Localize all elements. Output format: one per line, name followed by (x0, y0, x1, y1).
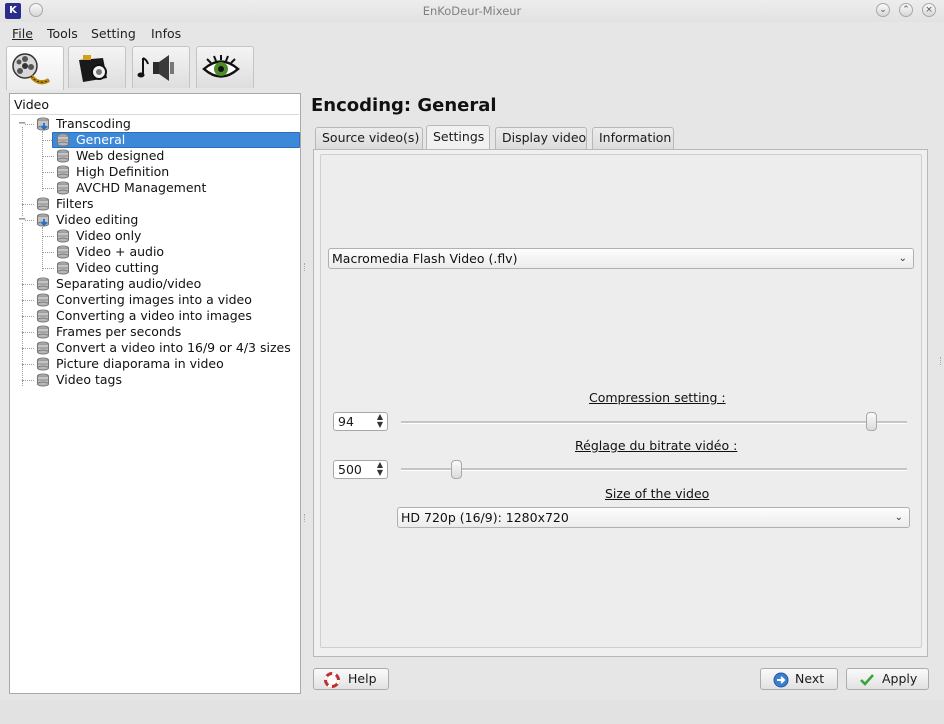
tab-source-videos[interactable]: Source video(s) (315, 127, 423, 149)
tree-item-label: Video editing (56, 212, 139, 227)
tree-item-label: Converting a video into images (56, 308, 252, 323)
menu-infos-label: Infos (151, 26, 182, 41)
tree-guide-line (42, 227, 43, 271)
checkmark-icon (860, 674, 874, 686)
tree-item-label: Transcoding (56, 116, 131, 131)
compression-slider[interactable] (401, 421, 907, 424)
maximize-icon[interactable]: ⌃ (899, 3, 913, 17)
tree-item-label: Convert a video into 16/9 or 4/3 sizes (56, 340, 291, 355)
tree-guide-line (22, 204, 34, 205)
compression-value: 94 (338, 414, 354, 429)
tool-audio-button[interactable] (132, 46, 190, 88)
bitrate-spinbox[interactable]: 500 ▲ ▼ (333, 460, 388, 479)
tree-guide-line (22, 284, 34, 285)
status-bar (0, 700, 944, 724)
tree-item-label: Filters (56, 196, 94, 211)
tree-guide-line (22, 124, 23, 386)
tree-guide-line (42, 236, 54, 237)
minimize-icon[interactable]: ⌄ (876, 3, 890, 17)
format-select-value: Macromedia Flash Video (.flv) (332, 251, 518, 266)
tree-guide-line (42, 252, 54, 253)
tree-guide-line (42, 172, 54, 173)
tree-item-label: Web designed (76, 148, 165, 163)
format-select[interactable]: Macromedia Flash Video (.flv) ⌄ (328, 248, 914, 269)
next-arrow-icon (773, 672, 789, 688)
tree-guide-line (22, 332, 34, 333)
tree-guide-line (22, 364, 34, 365)
tree-item-label: High Definition (76, 164, 170, 179)
tree-guide-line (22, 316, 34, 317)
tab-display-video[interactable]: Display video (495, 127, 587, 149)
menu-file[interactable]: File (12, 26, 33, 41)
tree-item-label: Frames per seconds (56, 324, 182, 339)
compression-label: Compression setting : (589, 390, 726, 405)
tree-item-label: General (76, 132, 126, 147)
compression-slider-handle[interactable] (866, 412, 878, 431)
tree-guide-line (42, 268, 54, 269)
tree-item-label: Video only (76, 228, 142, 243)
bitrate-value: 500 (338, 462, 362, 477)
tree-item-label: Video tags (56, 372, 123, 387)
category-folder-icon (36, 117, 50, 135)
lifebuoy-icon (324, 672, 340, 688)
eye-icon (202, 55, 240, 78)
tree-collapse-icon[interactable]: − (18, 119, 26, 129)
menu-setting-label: Setting (91, 26, 136, 41)
bitrate-label: Réglage du bitrate vidéo : (575, 438, 738, 453)
video-size-value: HD 720p (16/9): 1280x720 (401, 510, 569, 525)
bitrate-slider-handle[interactable] (450, 460, 462, 479)
splitter-handle[interactable] (304, 263, 307, 271)
help-button[interactable]: Help (313, 668, 389, 690)
splitter-handle[interactable] (304, 514, 307, 522)
apply-button[interactable]: Apply (846, 668, 929, 690)
menu-setting[interactable]: Setting (91, 26, 136, 41)
next-button-label: Next (795, 671, 825, 686)
window-titlebar: K EnKoDeur-Mixeur ⌄ ⌃ × (0, 0, 944, 22)
help-button-label: Help (348, 671, 377, 686)
menu-infos[interactable]: Infos (151, 26, 181, 41)
tree-guide-line (22, 348, 34, 349)
video-size-label: Size of the video (605, 486, 710, 501)
tree-guide-line (42, 188, 54, 189)
tree-guide-line (22, 380, 34, 381)
tree-header: Video (14, 97, 50, 112)
menu-tools-label: Tools (47, 26, 78, 41)
database-icon (36, 373, 50, 391)
window-title: EnKoDeur-Mixeur (422, 4, 522, 18)
apply-button-label: Apply (882, 671, 918, 686)
tool-video-button[interactable] (6, 46, 64, 90)
tree-item-label: Separating audio/video (56, 276, 202, 291)
film-reel-icon (12, 53, 51, 85)
chevron-down-icon: ⌄ (898, 253, 907, 264)
menu-file-label: File (12, 26, 33, 41)
spin-arrows-icon[interactable]: ▲ ▼ (377, 413, 383, 429)
menu-tools[interactable]: Tools (47, 26, 78, 41)
tab-information[interactable]: Information (592, 127, 674, 149)
tree-item-label: Converting images into a video (56, 292, 252, 307)
compression-spinbox[interactable]: 94 ▲ ▼ (333, 412, 388, 431)
tree-item-label: AVCHD Management (76, 180, 207, 195)
next-button[interactable]: Next (760, 668, 838, 690)
video-size-select[interactable]: HD 720p (16/9): 1280x720 ⌄ (397, 507, 910, 528)
bitrate-slider[interactable] (401, 468, 907, 471)
close-icon[interactable]: × (922, 3, 936, 17)
tree-item-label: Video cutting (76, 260, 159, 275)
tree-guide-line (22, 300, 34, 301)
window-resize-grip[interactable] (940, 357, 943, 365)
tree-item-label: Video + audio (76, 244, 165, 259)
audio-speaker-icon (137, 55, 174, 81)
spin-arrows-icon[interactable]: ▲ ▼ (377, 461, 383, 477)
tool-camera-button[interactable] (68, 46, 126, 88)
chevron-down-icon: ⌄ (894, 512, 903, 523)
camera-icon (79, 55, 107, 82)
page-title: Encoding: General (311, 95, 497, 116)
category-folder-icon (36, 213, 50, 231)
tool-view-button[interactable] (196, 46, 254, 88)
tree-header-divider (11, 114, 299, 115)
tree-item-label: Picture diaporama in video (56, 356, 224, 371)
tree-collapse-icon[interactable]: − (18, 215, 26, 225)
tab-settings[interactable]: Settings (426, 125, 490, 149)
tree-guide-line (42, 156, 54, 157)
